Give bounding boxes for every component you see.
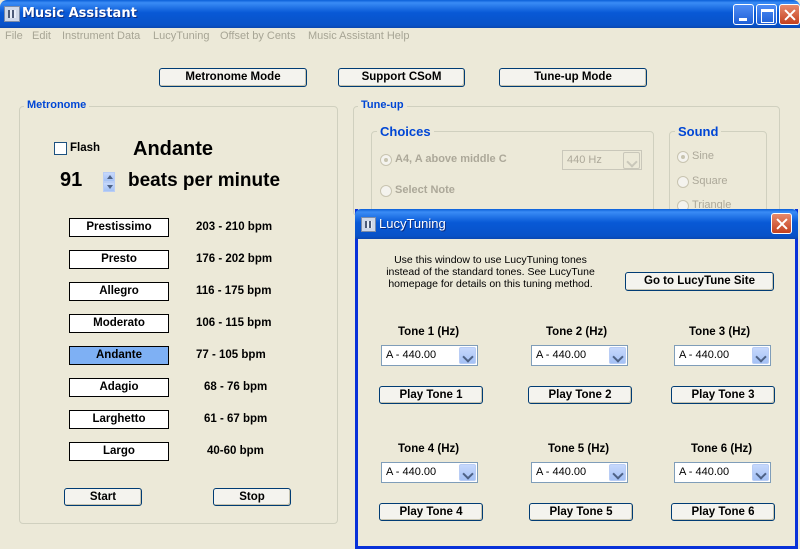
chevron-down-icon[interactable] bbox=[609, 464, 626, 481]
window-title: Music Assistant bbox=[22, 6, 137, 21]
tuneup-mode-button[interactable]: Tune-up Mode bbox=[499, 68, 647, 87]
choices-group-label: Choices bbox=[377, 124, 434, 139]
tempo-range-prestissimo: 203 - 210 bpm bbox=[196, 221, 273, 233]
lucytune-site-button[interactable]: Go to LucyTune Site bbox=[625, 272, 774, 291]
spin-up-icon[interactable] bbox=[103, 172, 115, 182]
sound-square-label: Square bbox=[692, 175, 728, 187]
menu-edit[interactable]: Edit bbox=[32, 30, 51, 42]
menu-file[interactable]: File bbox=[5, 30, 23, 42]
tempo-range-presto: 176 - 202 bpm bbox=[196, 253, 273, 265]
tempo-range-moderato: 106 - 115 bpm bbox=[196, 317, 272, 329]
choices-group bbox=[371, 131, 654, 216]
tempo-button-moderato[interactable]: Moderato bbox=[69, 314, 169, 333]
tempo-button-allegro[interactable]: Allegro bbox=[69, 282, 169, 301]
tempo-range-largo: 40-60 bpm bbox=[207, 445, 264, 457]
play-tone-6-button[interactable]: Play Tone 6 bbox=[671, 503, 775, 521]
play-tone-5-button[interactable]: Play Tone 5 bbox=[529, 503, 633, 521]
metronome-group-label: Metronome bbox=[24, 99, 90, 111]
tempo-range-andante: 77 - 105 bpm bbox=[196, 349, 266, 361]
tempo-button-andante[interactable]: Andante bbox=[69, 346, 169, 365]
flash-checkbox[interactable] bbox=[54, 142, 67, 155]
tone-6-label: Tone 6 (Hz) bbox=[691, 443, 753, 455]
title-bar[interactable]: Music Assistant bbox=[0, 0, 800, 28]
dialog-title-bar[interactable]: LucyTuning bbox=[355, 209, 798, 239]
tempo-button-prestissimo[interactable]: Prestissimo bbox=[69, 218, 169, 237]
menu-help[interactable]: Music Assistant Help bbox=[308, 30, 409, 42]
dialog-app-icon bbox=[361, 217, 376, 232]
play-tone-4-button[interactable]: Play Tone 4 bbox=[379, 503, 483, 521]
tempo-button-presto[interactable]: Presto bbox=[69, 250, 169, 269]
lucytuning-dialog: LucyTuning Use this window to use LucyTu… bbox=[355, 209, 798, 549]
tone-6-select[interactable]: A - 440.00 bbox=[674, 462, 771, 483]
menu-lucytuning[interactable]: LucyTuning bbox=[153, 30, 209, 42]
tempo-button-larghetto[interactable]: Larghetto bbox=[69, 410, 169, 429]
tone-4-label: Tone 4 (Hz) bbox=[398, 443, 460, 455]
flash-label: Flash bbox=[70, 142, 101, 154]
tempo-range-larghetto: 61 - 67 bpm bbox=[204, 413, 268, 425]
tone-1-value: A - 440.00 bbox=[386, 349, 437, 361]
start-button[interactable]: Start bbox=[64, 488, 142, 506]
tone-5-value: A - 440.00 bbox=[536, 466, 587, 478]
tone-3-value: A - 440.00 bbox=[679, 349, 730, 361]
tone-1-label: Tone 1 (Hz) bbox=[398, 326, 460, 338]
radio-square[interactable] bbox=[677, 176, 689, 188]
tone-4-select[interactable]: A - 440.00 bbox=[381, 462, 478, 483]
tone-5-select[interactable]: A - 440.00 bbox=[531, 462, 628, 483]
frequency-value: 440 Hz bbox=[567, 154, 602, 166]
maximize-button[interactable] bbox=[756, 4, 777, 25]
bpm-value: 91 bbox=[60, 169, 83, 191]
frequency-select[interactable]: 440 Hz bbox=[562, 150, 642, 170]
radio-a4[interactable] bbox=[380, 154, 392, 166]
spin-down-icon[interactable] bbox=[103, 182, 115, 192]
radio-select-note[interactable] bbox=[380, 185, 392, 197]
tone-6-value: A - 440.00 bbox=[679, 466, 730, 478]
tone-2-label: Tone 2 (Hz) bbox=[546, 326, 608, 338]
chevron-down-icon[interactable] bbox=[752, 347, 769, 364]
chevron-down-icon[interactable] bbox=[459, 464, 476, 481]
tempo-range-allegro: 116 - 175 bpm bbox=[196, 285, 272, 297]
tone-5-label: Tone 5 (Hz) bbox=[548, 443, 610, 455]
sound-group-label: Sound bbox=[675, 124, 722, 139]
bpm-spinner[interactable] bbox=[103, 172, 115, 192]
chevron-down-icon[interactable] bbox=[609, 347, 626, 364]
menu-instrument-data[interactable]: Instrument Data bbox=[62, 30, 140, 42]
chevron-down-icon[interactable] bbox=[459, 347, 476, 364]
minimize-button[interactable] bbox=[733, 4, 754, 25]
radio-sine[interactable] bbox=[677, 151, 689, 163]
chevron-down-icon[interactable] bbox=[623, 152, 640, 169]
support-csom-button[interactable]: Support CSoM bbox=[338, 68, 465, 87]
tempo-button-adagio[interactable]: Adagio bbox=[69, 378, 169, 397]
tone-2-value: A - 440.00 bbox=[536, 349, 587, 361]
tone-3-label: Tone 3 (Hz) bbox=[689, 326, 751, 338]
sound-sine-label: Sine bbox=[692, 150, 715, 162]
tempo-range-adagio: 68 - 76 bpm bbox=[204, 381, 268, 393]
menu-offset-by-cents[interactable]: Offset by Cents bbox=[220, 30, 296, 42]
menu-bar: File Edit Instrument Data LucyTuning Off… bbox=[0, 28, 800, 46]
bpm-unit-label: beats per minute bbox=[128, 170, 281, 191]
tuneup-group-label: Tune-up bbox=[358, 99, 407, 111]
play-tone-2-button[interactable]: Play Tone 2 bbox=[528, 386, 632, 404]
play-tone-1-button[interactable]: Play Tone 1 bbox=[379, 386, 483, 404]
dialog-close-button[interactable] bbox=[771, 213, 792, 234]
app-icon bbox=[4, 6, 20, 22]
tone-1-select[interactable]: A - 440.00 bbox=[381, 345, 478, 366]
tone-4-value: A - 440.00 bbox=[386, 466, 437, 478]
dialog-title: LucyTuning bbox=[379, 216, 446, 231]
tone-2-select[interactable]: A - 440.00 bbox=[531, 345, 628, 366]
play-tone-3-button[interactable]: Play Tone 3 bbox=[671, 386, 775, 404]
tone-3-select[interactable]: A - 440.00 bbox=[674, 345, 771, 366]
close-button[interactable] bbox=[779, 4, 800, 25]
current-tempo-name: Andante bbox=[133, 138, 213, 160]
tempo-button-largo[interactable]: Largo bbox=[69, 442, 169, 461]
choice-a4-label: A4, A above middle C bbox=[395, 153, 507, 165]
chevron-down-icon[interactable] bbox=[752, 464, 769, 481]
stop-button[interactable]: Stop bbox=[213, 488, 291, 506]
choice-select-label: Select Note bbox=[395, 184, 455, 196]
metronome-mode-button[interactable]: Metronome Mode bbox=[159, 68, 307, 87]
dialog-description: Use this window to use LucyTuning tones … bbox=[386, 254, 595, 290]
